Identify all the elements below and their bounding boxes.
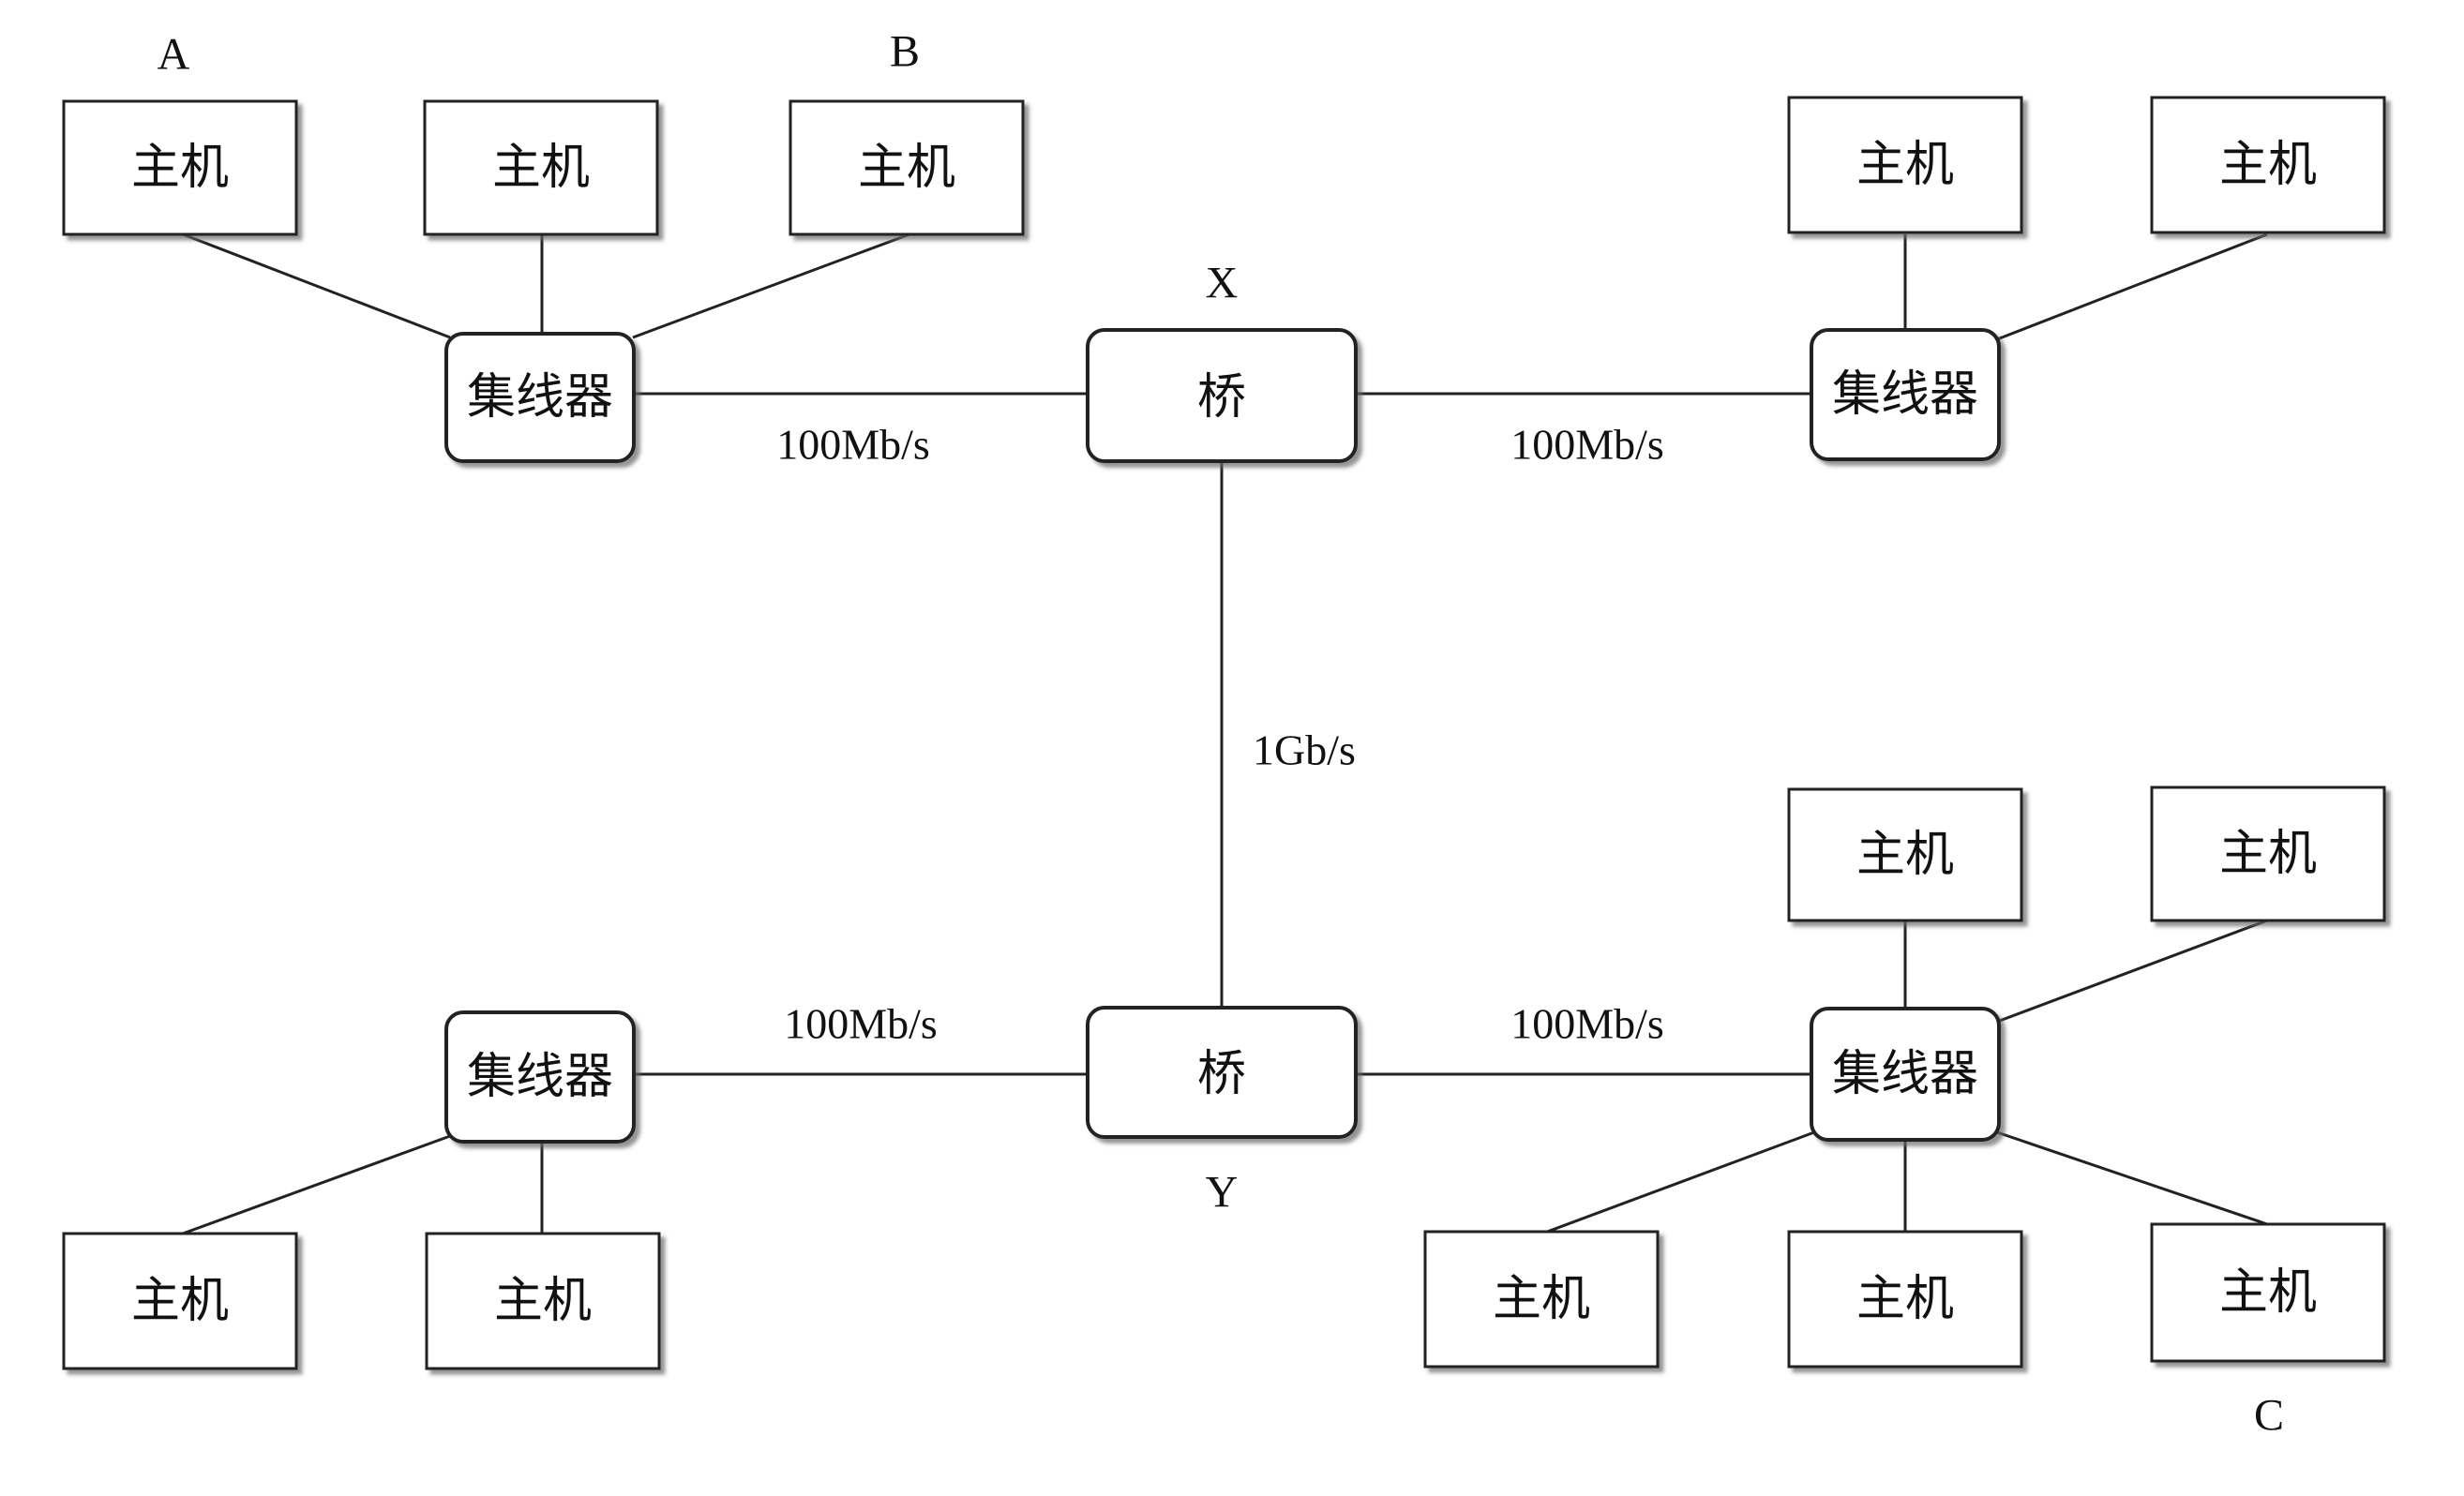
host-bottom-left-1: 主机 [62, 1232, 298, 1370]
hub-bottom-left-label: 集线器 [467, 1049, 613, 1105]
hub-bottom-right-label: 集线器 [1832, 1046, 1978, 1102]
link-hub-bottom-right-host-top-2 [1996, 919, 2268, 1024]
host-b: 主机 [789, 99, 1025, 236]
link-host-a-hub-top-left [182, 232, 451, 339]
host-top-left-middle-label: 主机 [492, 140, 590, 196]
link-host-top-right-2-hub-top-right [1996, 232, 2268, 341]
host-bottom-left-2-label: 主机 [494, 1273, 592, 1329]
host-top-right-1: 主机 [1787, 96, 2023, 234]
speed-label-hub-top-left-bridge-x: 100Mb/s [776, 421, 930, 469]
link-hub-bottom-left-host-1 [182, 1134, 451, 1235]
bridge-x-label: 桥 [1197, 369, 1246, 426]
speed-label-bridge-y-hub-bottom-right: 100Mb/s [1510, 1000, 1664, 1048]
host-bottom-right-bottom-2-label: 主机 [1856, 1271, 1954, 1327]
bridge-x: 桥 [1086, 328, 1358, 463]
node-letter-y: Y [1206, 1168, 1239, 1218]
host-a: 主机 [62, 99, 298, 236]
speed-label-bridge-x-hub-top-right: 100Mb/s [1510, 421, 1664, 469]
hub-top-right-label: 集线器 [1832, 367, 1978, 423]
host-a-label: 主机 [131, 140, 229, 196]
host-bottom-right-top-2: 主机 [2150, 785, 2386, 922]
host-bottom-right-top-1: 主机 [1787, 787, 2023, 922]
link-hub-bottom-right-host-bottom-1 [1541, 1130, 1815, 1235]
hub-bottom-right: 集线器 [1810, 1007, 2001, 1142]
network-diagram: 主机 主机 主机 主机 主机 主机 主机 主机 主机 主机 主机 主机 集线器 … [62, 27, 2386, 1441]
host-top-left-middle: 主机 [423, 99, 659, 236]
bridge-y-label: 桥 [1197, 1046, 1246, 1102]
host-b-label: 主机 [858, 140, 955, 196]
node-letter-c: C [2254, 1391, 2284, 1441]
speed-label-hub-bottom-left-bridge-y: 100Mb/s [784, 1000, 938, 1048]
node-letter-a: A [158, 30, 190, 80]
node-letter-x: X [1206, 259, 1239, 308]
host-c: 主机 [2150, 1222, 2386, 1363]
host-bottom-right-bottom-1-label: 主机 [1493, 1271, 1590, 1327]
host-bottom-left-2: 主机 [425, 1232, 661, 1370]
speed-label-bridge-x-bridge-y: 1Gb/s [1253, 726, 1356, 774]
node-letter-b: B [890, 27, 920, 77]
host-top-right-1-label: 主机 [1856, 137, 1954, 193]
hub-bottom-left: 集线器 [444, 1010, 636, 1144]
host-bottom-left-1-label: 主机 [131, 1273, 229, 1329]
hub-top-left-label: 集线器 [467, 369, 613, 426]
host-bottom-right-top-1-label: 主机 [1856, 827, 1954, 883]
hub-top-left: 集线器 [444, 332, 636, 463]
host-bottom-right-bottom-2: 主机 [1787, 1230, 2023, 1369]
host-c-label: 主机 [2219, 1264, 2317, 1321]
host-bottom-right-bottom-1: 主机 [1423, 1230, 1660, 1369]
link-host-b-hub-top-left [632, 232, 910, 339]
host-bottom-right-top-2-label: 主机 [2219, 826, 2317, 882]
host-top-right-2-label: 主机 [2219, 137, 2317, 193]
link-hub-bottom-right-host-c [1996, 1130, 2268, 1226]
bridge-y: 桥 [1086, 1006, 1358, 1139]
host-top-right-2: 主机 [2150, 96, 2386, 234]
hub-top-right: 集线器 [1810, 328, 2001, 461]
